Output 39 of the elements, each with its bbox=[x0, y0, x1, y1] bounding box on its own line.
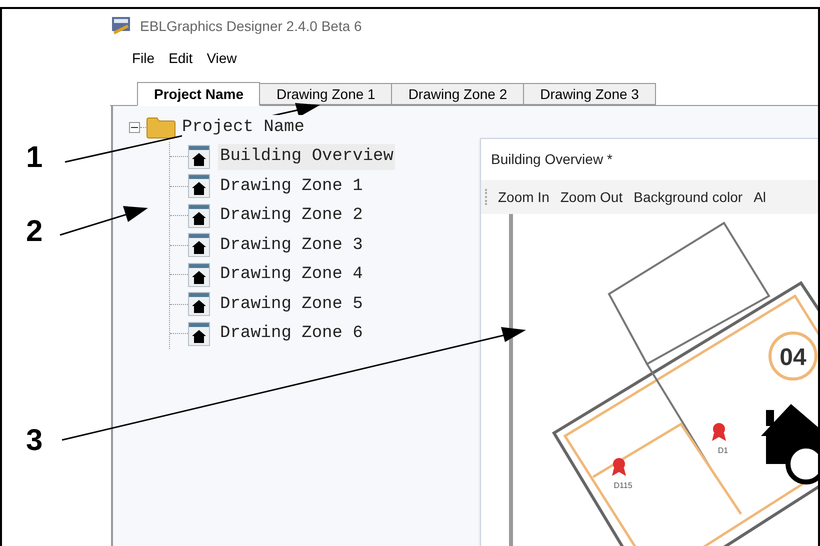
tab[interactable]: Drawing Zone 3 bbox=[523, 83, 656, 105]
toolbar-button[interactable]: Background color bbox=[634, 186, 743, 208]
house-document-icon bbox=[188, 233, 210, 258]
callout-number: 3 bbox=[26, 426, 43, 456]
tree-item[interactable]: Drawing Zone 4 bbox=[218, 262, 365, 288]
tree-item[interactable]: Drawing Zone 5 bbox=[218, 292, 365, 317]
house-document-icon bbox=[188, 144, 210, 169]
callout-number: 1 bbox=[26, 143, 43, 173]
app-logo-icon bbox=[112, 17, 132, 35]
room-number-circle bbox=[768, 332, 818, 380]
window-title: EBLGraphics Designer 2.4.0 Beta 6 bbox=[140, 16, 362, 36]
tab[interactable]: Drawing Zone 1 bbox=[259, 83, 392, 105]
toolbar-button[interactable]: Zoom Out bbox=[560, 186, 623, 208]
house-document-icon bbox=[188, 292, 210, 316]
menu-item[interactable]: Edit bbox=[168, 48, 193, 68]
ribbon-marker-icon bbox=[612, 458, 626, 476]
tab[interactable]: Drawing Zone 2 bbox=[391, 83, 524, 105]
menu-item[interactable]: File bbox=[132, 48, 155, 68]
toolbar-button[interactable]: Al bbox=[754, 186, 766, 208]
tree-item[interactable]: Drawing Zone 3 bbox=[218, 232, 365, 258]
house-document-icon bbox=[188, 262, 210, 287]
folder-icon bbox=[146, 116, 176, 138]
tree-item[interactable]: Drawing Zone 2 bbox=[218, 203, 365, 228]
callout-number: 2 bbox=[26, 217, 43, 247]
house-document-icon bbox=[188, 322, 210, 346]
ribbon-marker-icon bbox=[712, 423, 726, 441]
collapse-toggle[interactable] bbox=[129, 122, 140, 133]
toolbar-button[interactable]: Zoom In bbox=[498, 186, 550, 208]
menu-item[interactable]: View bbox=[206, 48, 237, 68]
document-title: Building Overview * bbox=[491, 150, 612, 169]
room-number: 04 bbox=[780, 344, 806, 371]
house-document-icon bbox=[188, 174, 210, 198]
tree-item[interactable]: Drawing Zone 6 bbox=[218, 321, 365, 346]
marker-label: D1 bbox=[718, 446, 728, 455]
marker-label: D115 bbox=[614, 481, 632, 490]
tree-item[interactable]: Drawing Zone 1 bbox=[218, 174, 365, 199]
tree-item[interactable]: Building Overview bbox=[218, 144, 396, 170]
tab[interactable]: Project Name bbox=[137, 82, 260, 106]
house-document-icon bbox=[188, 204, 210, 228]
